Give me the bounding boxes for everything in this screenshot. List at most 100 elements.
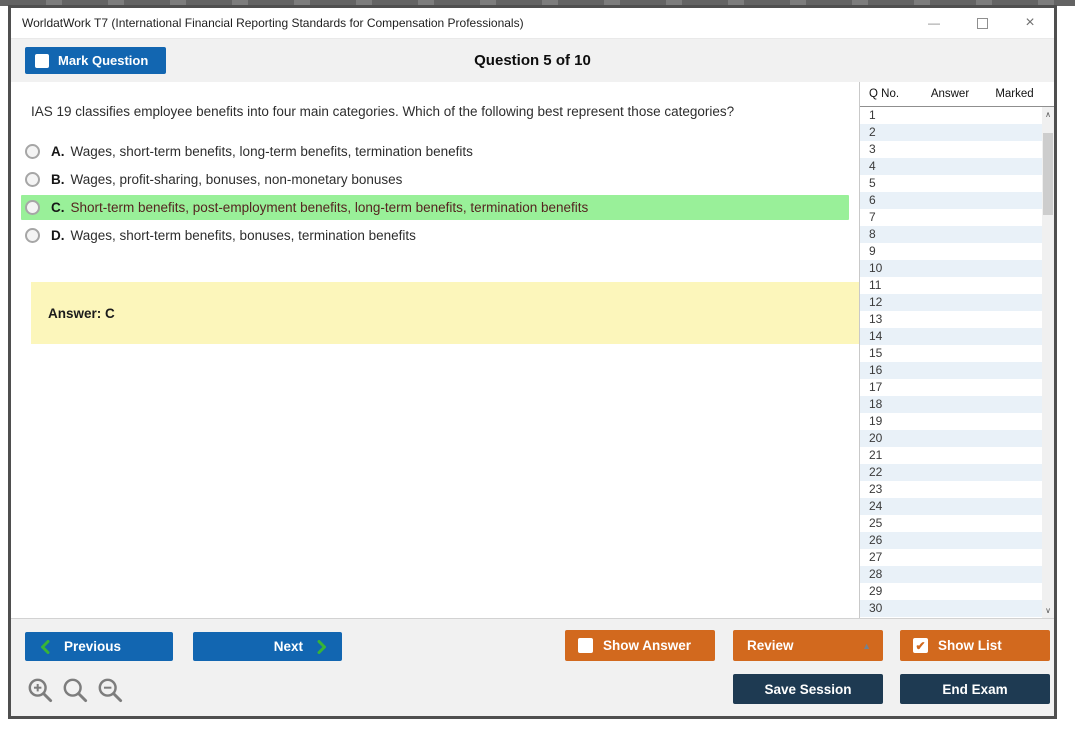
list-item[interactable]: 30 [860, 600, 1042, 617]
scrollbar[interactable]: ∧ ∨ [1042, 107, 1054, 618]
show-list-label: Show List [938, 638, 1002, 653]
end-exam-button[interactable]: End Exam [900, 674, 1050, 704]
answer-box: Answer: C [31, 282, 859, 344]
window-title: WorldatWork T7 (International Financial … [22, 16, 524, 30]
option-letter: D. [51, 228, 65, 243]
end-exam-label: End Exam [942, 681, 1008, 697]
question-list-rows: 1 2 3 4 5 6 7 8 9 10 11 12 13 14 15 16 17 18 19 20 21 22 23 24 2… [860, 107, 1042, 617]
next-button[interactable]: Next [193, 632, 342, 661]
mark-question-button[interactable]: Mark Question [25, 47, 167, 74]
list-item[interactable]: 21 [860, 447, 1042, 464]
list-item[interactable]: 18 [860, 396, 1042, 413]
scroll-down-button[interactable]: ∨ [1042, 603, 1054, 618]
list-item[interactable]: 7 [860, 209, 1042, 226]
list-item[interactable]: 15 [860, 345, 1042, 362]
minimize-icon: — [928, 16, 940, 30]
question-list-header: Q No. Answer Marked [860, 82, 1054, 107]
radio-button[interactable] [25, 228, 40, 243]
show-answer-label: Show Answer [603, 638, 692, 653]
mark-question-label: Mark Question [58, 53, 149, 68]
show-list-checkbox[interactable]: ✔ [913, 638, 928, 653]
show-list-button[interactable]: ✔ Show List [900, 630, 1050, 661]
list-item[interactable]: 29 [860, 583, 1042, 600]
question-area: IAS 19 classifies employee benefits into… [11, 82, 859, 618]
close-button[interactable]: × [1006, 8, 1054, 38]
show-answer-checkbox[interactable] [578, 638, 593, 653]
show-answer-button[interactable]: Show Answer [565, 630, 715, 661]
list-item[interactable]: 5 [860, 175, 1042, 192]
chevron-right-icon [317, 639, 326, 654]
zoom-in-icon[interactable] [27, 677, 54, 704]
list-item[interactable]: 14 [860, 328, 1042, 345]
question-list: 1 2 3 4 5 6 7 8 9 10 11 12 13 14 15 16 17 18 19 20 21 22 23 24 2… [860, 107, 1054, 618]
list-item[interactable]: 10 [860, 260, 1042, 277]
radio-button[interactable] [25, 200, 40, 215]
list-item[interactable]: 4 [860, 158, 1042, 175]
list-item[interactable]: 22 [860, 464, 1042, 481]
save-session-button[interactable]: Save Session [733, 674, 883, 704]
list-item[interactable]: 17 [860, 379, 1042, 396]
titlebar: WorldatWork T7 (International Financial … [11, 8, 1054, 38]
review-button[interactable]: Review ▲ [733, 630, 883, 661]
radio-button[interactable] [25, 144, 40, 159]
option-text: Short-term benefits, post-employment ben… [70, 200, 589, 215]
list-item[interactable]: 25 [860, 515, 1042, 532]
close-icon: × [1025, 14, 1035, 31]
option-row-b[interactable]: B. Wages, profit-sharing, bonuses, non-m… [21, 167, 849, 192]
option-letter: B. [51, 172, 65, 187]
question-counter: Question 5 of 10 [474, 52, 591, 69]
scroll-down-icon: ∨ [1045, 606, 1051, 615]
option-text: Wages, profit-sharing, bonuses, non-mone… [70, 172, 403, 187]
mark-question-checkbox[interactable] [35, 53, 49, 68]
zoom-toolbar [27, 677, 124, 704]
review-label: Review [747, 638, 794, 653]
question-text: IAS 19 classifies employee benefits into… [31, 104, 735, 119]
maximize-icon [976, 17, 988, 29]
save-session-label: Save Session [764, 681, 852, 697]
option-letter: C. [51, 200, 65, 215]
caret-up-icon: ▲ [862, 640, 871, 651]
option-row-a[interactable]: A. Wages, short-term benefits, long-term… [21, 139, 849, 164]
answer-label: Answer: C [48, 305, 115, 321]
list-item[interactable]: 11 [860, 277, 1042, 294]
list-item[interactable]: 23 [860, 481, 1042, 498]
list-item[interactable]: 6 [860, 192, 1042, 209]
list-item[interactable]: 16 [860, 362, 1042, 379]
maximize-button[interactable] [958, 8, 1006, 38]
list-item[interactable]: 28 [860, 566, 1042, 583]
options-list: A. Wages, short-term benefits, long-term… [21, 139, 859, 248]
zoom-reset-icon[interactable] [62, 677, 89, 704]
column-header-marked: Marked [995, 88, 1034, 100]
option-text: Wages, short-term benefits, long-term be… [70, 144, 473, 159]
next-label: Next [273, 639, 303, 654]
list-item[interactable]: 13 [860, 311, 1042, 328]
option-row-d[interactable]: D. Wages, short-term benefits, bonuses, … [21, 223, 849, 248]
list-item[interactable]: 24 [860, 498, 1042, 515]
list-item[interactable]: 26 [860, 532, 1042, 549]
list-item[interactable]: 12 [860, 294, 1042, 311]
list-item[interactable]: 27 [860, 549, 1042, 566]
chevron-left-icon [41, 639, 50, 654]
minimize-button[interactable]: — [910, 8, 958, 38]
scroll-up-icon: ∧ [1045, 110, 1051, 119]
list-item[interactable]: 3 [860, 141, 1042, 158]
list-item[interactable]: 1 [860, 107, 1042, 124]
scroll-thumb[interactable] [1043, 133, 1053, 215]
zoom-out-icon[interactable] [97, 677, 124, 704]
radio-button[interactable] [25, 172, 40, 187]
app-window: WorldatWork T7 (International Financial … [8, 5, 1057, 719]
footer-toolbar: Previous Next Show Answer Review ▲ ✔ Sho… [11, 618, 1054, 716]
list-item[interactable]: 8 [860, 226, 1042, 243]
previous-label: Previous [64, 639, 122, 654]
list-item[interactable]: 2 [860, 124, 1042, 141]
option-text: Wages, short-term benefits, bonuses, ter… [70, 228, 416, 243]
previous-button[interactable]: Previous [25, 632, 173, 661]
list-item[interactable]: 9 [860, 243, 1042, 260]
list-item[interactable]: 19 [860, 413, 1042, 430]
question-header-band: Question 5 of 10 Mark Question [11, 38, 1054, 82]
column-header-answer: Answer [930, 88, 970, 100]
scroll-up-button[interactable]: ∧ [1042, 107, 1054, 122]
option-row-c-highlighted[interactable]: C. Short-term benefits, post-employment … [21, 195, 849, 220]
option-letter: A. [51, 144, 65, 159]
list-item[interactable]: 20 [860, 430, 1042, 447]
